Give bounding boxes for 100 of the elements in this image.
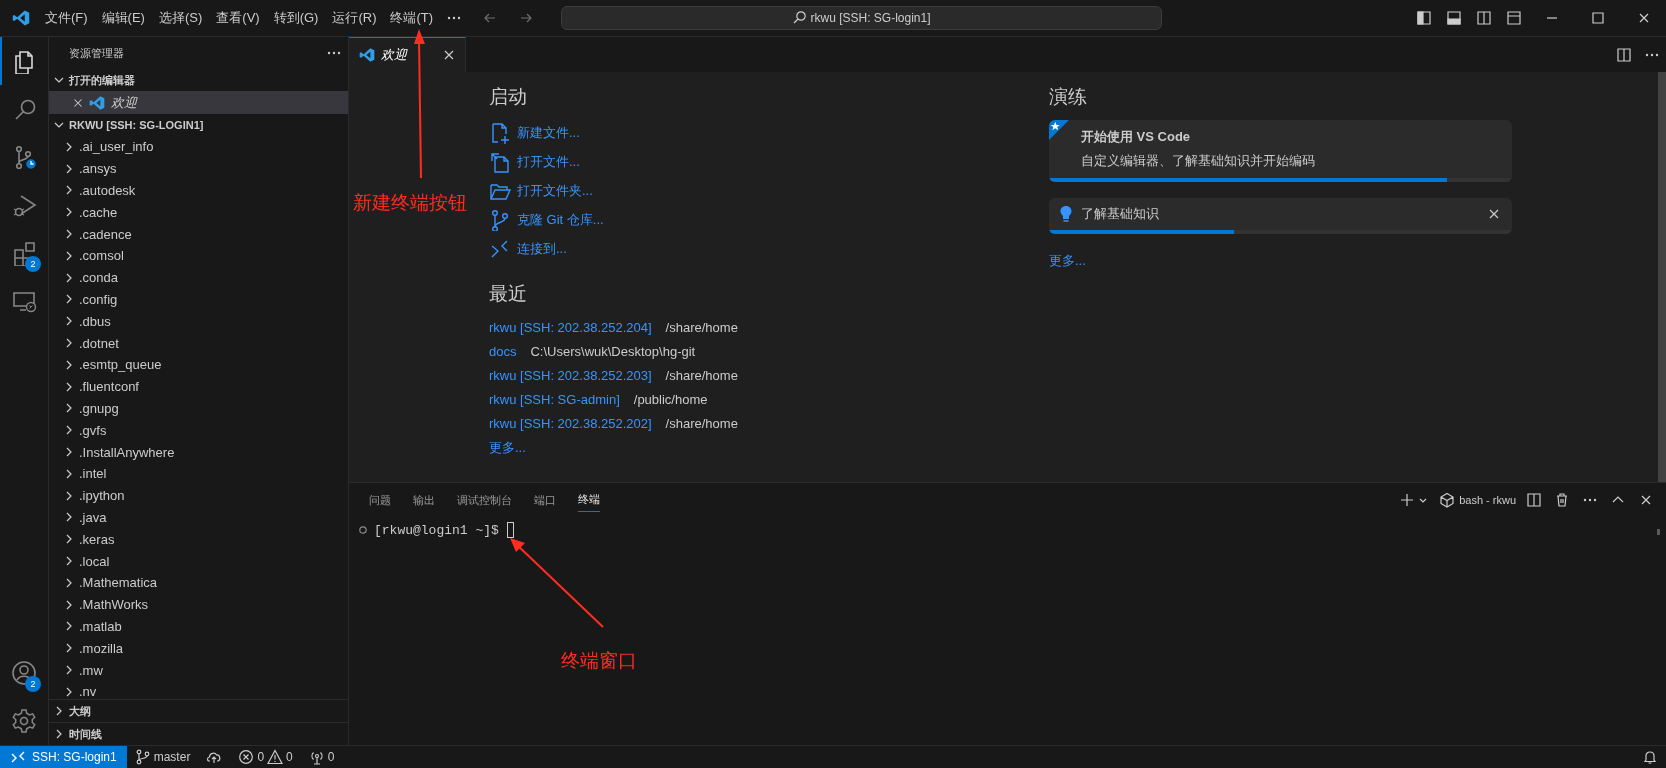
split-terminal-icon[interactable] xyxy=(1526,492,1542,508)
editor-tab[interactable]: 欢迎 xyxy=(349,37,466,72)
settings-icon[interactable] xyxy=(11,708,37,734)
extensions-icon[interactable] xyxy=(11,240,37,266)
star-badge-icon xyxy=(1049,120,1069,140)
recent-path: /public/home xyxy=(633,391,708,407)
recent-link[interactable]: docs xyxy=(489,343,517,359)
maximize-icon[interactable] xyxy=(1590,10,1606,26)
folder-item[interactable]: .comsol xyxy=(79,248,124,264)
folder-item[interactable]: .keras xyxy=(79,531,115,547)
scrollbar[interactable] xyxy=(1658,72,1666,482)
annotation-label: 新建终端按钮 xyxy=(353,191,467,215)
section-header[interactable]: 打开的编辑器 xyxy=(69,72,135,88)
branch-indicator[interactable]: master xyxy=(126,749,199,765)
more-link[interactable]: 更多... xyxy=(489,439,526,457)
panel-layout-icon[interactable] xyxy=(1446,10,1462,26)
folder-item[interactable]: .dbus xyxy=(79,313,111,329)
menu-item[interactable]: 编辑(E) xyxy=(94,5,152,31)
folder-item[interactable]: .InstallAnywhere xyxy=(79,444,175,460)
walkthrough-card[interactable]: 了解基础知识 xyxy=(1049,198,1512,234)
folder-item[interactable]: .cadence xyxy=(79,226,132,242)
section-header[interactable]: RKWU [SSH: SG-LOGIN1] xyxy=(69,119,204,131)
folder-item[interactable]: .fluentconf xyxy=(79,379,139,395)
menu-item[interactable]: 终端(T) xyxy=(383,5,441,31)
folder-item[interactable]: .ansys xyxy=(79,161,117,177)
section-heading: 演练 xyxy=(1049,85,1088,109)
run-debug-icon[interactable] xyxy=(11,192,37,218)
recent-link[interactable]: rkwu [SSH: 202.38.252.204] xyxy=(489,319,652,335)
problems-indicator[interactable]: 0 0 xyxy=(230,749,301,765)
folder-item[interactable]: .mozilla xyxy=(79,640,124,656)
branch-icon[interactable] xyxy=(489,208,511,231)
section-header[interactable]: 时间线 xyxy=(69,726,102,742)
folder-item[interactable]: .matlab xyxy=(79,618,122,634)
plus-icon[interactable] xyxy=(1399,492,1416,508)
folder-item[interactable]: .cache xyxy=(79,204,118,220)
start-link[interactable]: 新建文件... xyxy=(517,123,580,142)
start-link[interactable]: 打开文件夹... xyxy=(517,181,593,200)
section-heading: 最近 xyxy=(489,282,528,306)
split-editor-icon[interactable] xyxy=(1616,46,1632,63)
folder-item[interactable]: .ipython xyxy=(79,488,125,504)
text-cursor xyxy=(506,522,514,538)
error-icon xyxy=(238,749,255,765)
walkthrough-card[interactable]: 开始使用 VS Code 自定义编辑器、了解基础知识并开始编码 xyxy=(1049,120,1512,182)
terminal-name[interactable]: bash - rkwu xyxy=(1459,494,1516,506)
recent-path: /share/home xyxy=(665,319,738,335)
ports-indicator[interactable]: 0 xyxy=(300,749,343,765)
trash-icon[interactable] xyxy=(1554,492,1570,508)
more-link[interactable]: 更多... xyxy=(1049,252,1086,270)
new-file-icon[interactable] xyxy=(489,121,511,144)
panel-tab[interactable]: 终端 xyxy=(578,488,600,512)
menu-item[interactable]: 运行(R) xyxy=(325,5,384,31)
antenna-icon xyxy=(308,749,325,765)
panel-tab[interactable]: 端口 xyxy=(534,488,556,512)
folder-item[interactable]: .nv xyxy=(79,684,97,699)
folder-item[interactable]: .java xyxy=(79,509,107,525)
open-file-icon[interactable] xyxy=(489,150,511,173)
start-link[interactable]: 连接到... xyxy=(517,239,567,258)
section-header[interactable]: 大纲 xyxy=(69,703,91,719)
recent-path: /share/home xyxy=(665,415,738,431)
remote-icon xyxy=(10,749,26,765)
folder-item[interactable]: .gnupg xyxy=(79,400,119,416)
folder-item[interactable]: .ai_user_info xyxy=(79,139,154,155)
menu-item[interactable]: 转到(G) xyxy=(266,5,326,31)
remote-indicator[interactable]: SSH: SG-login1 xyxy=(0,746,127,768)
folder-item[interactable]: .Mathematica xyxy=(79,575,158,591)
menu-item[interactable]: 查看(V) xyxy=(209,5,267,31)
folder-item[interactable]: .MathWorks xyxy=(79,597,149,613)
start-link[interactable]: 打开文件... xyxy=(517,152,580,171)
open-editor-item[interactable]: 欢迎 xyxy=(49,91,348,114)
start-link[interactable]: 克隆 Git 仓库... xyxy=(517,210,604,229)
folder-item[interactable]: .local xyxy=(79,553,110,569)
folder-item[interactable]: .dotnet xyxy=(79,335,119,351)
command-center-field[interactable]: rkwu [SSH: SG-login1] xyxy=(561,6,1162,30)
scrollbar[interactable] xyxy=(1657,529,1660,535)
bell-icon[interactable] xyxy=(1642,749,1658,765)
section-heading: 启动 xyxy=(489,85,528,109)
panel-tab[interactable]: 问题 xyxy=(369,488,391,512)
folder-item[interactable]: .mw xyxy=(79,662,103,678)
customize-layout-icon[interactable] xyxy=(1506,10,1522,26)
panel-tab[interactable]: 调试控制台 xyxy=(457,488,512,512)
sidebar-layout-icon[interactable] xyxy=(1416,10,1432,26)
menu-item[interactable]: 文件(F) xyxy=(38,5,95,31)
circle-icon xyxy=(358,525,368,535)
split-layout-icon[interactable] xyxy=(1476,10,1492,26)
count-badge: 2 xyxy=(25,256,41,272)
folder-item[interactable]: .config xyxy=(79,291,118,307)
menu-item[interactable]: 选择(S) xyxy=(151,5,210,31)
terminal-prompt: [rkwu@login1 ~]$ xyxy=(374,522,499,538)
folder-item[interactable]: .intel xyxy=(79,466,107,482)
recent-link[interactable]: rkwu [SSH: 202.38.252.202] xyxy=(489,415,652,431)
recent-link[interactable]: rkwu [SSH: SG-admin] xyxy=(489,391,620,407)
recent-link[interactable]: rkwu [SSH: 202.38.252.203] xyxy=(489,367,652,383)
account-icon[interactable] xyxy=(11,660,37,686)
branch-icon xyxy=(134,749,151,765)
search-icon xyxy=(792,10,807,26)
folder-item[interactable]: .autodesk xyxy=(79,183,136,198)
folder-item[interactable]: .conda xyxy=(79,270,119,286)
folder-item[interactable]: .esmtp_queue xyxy=(79,357,162,373)
folder-item[interactable]: .gvfs xyxy=(79,422,107,438)
panel-tab[interactable]: 输出 xyxy=(413,488,435,512)
